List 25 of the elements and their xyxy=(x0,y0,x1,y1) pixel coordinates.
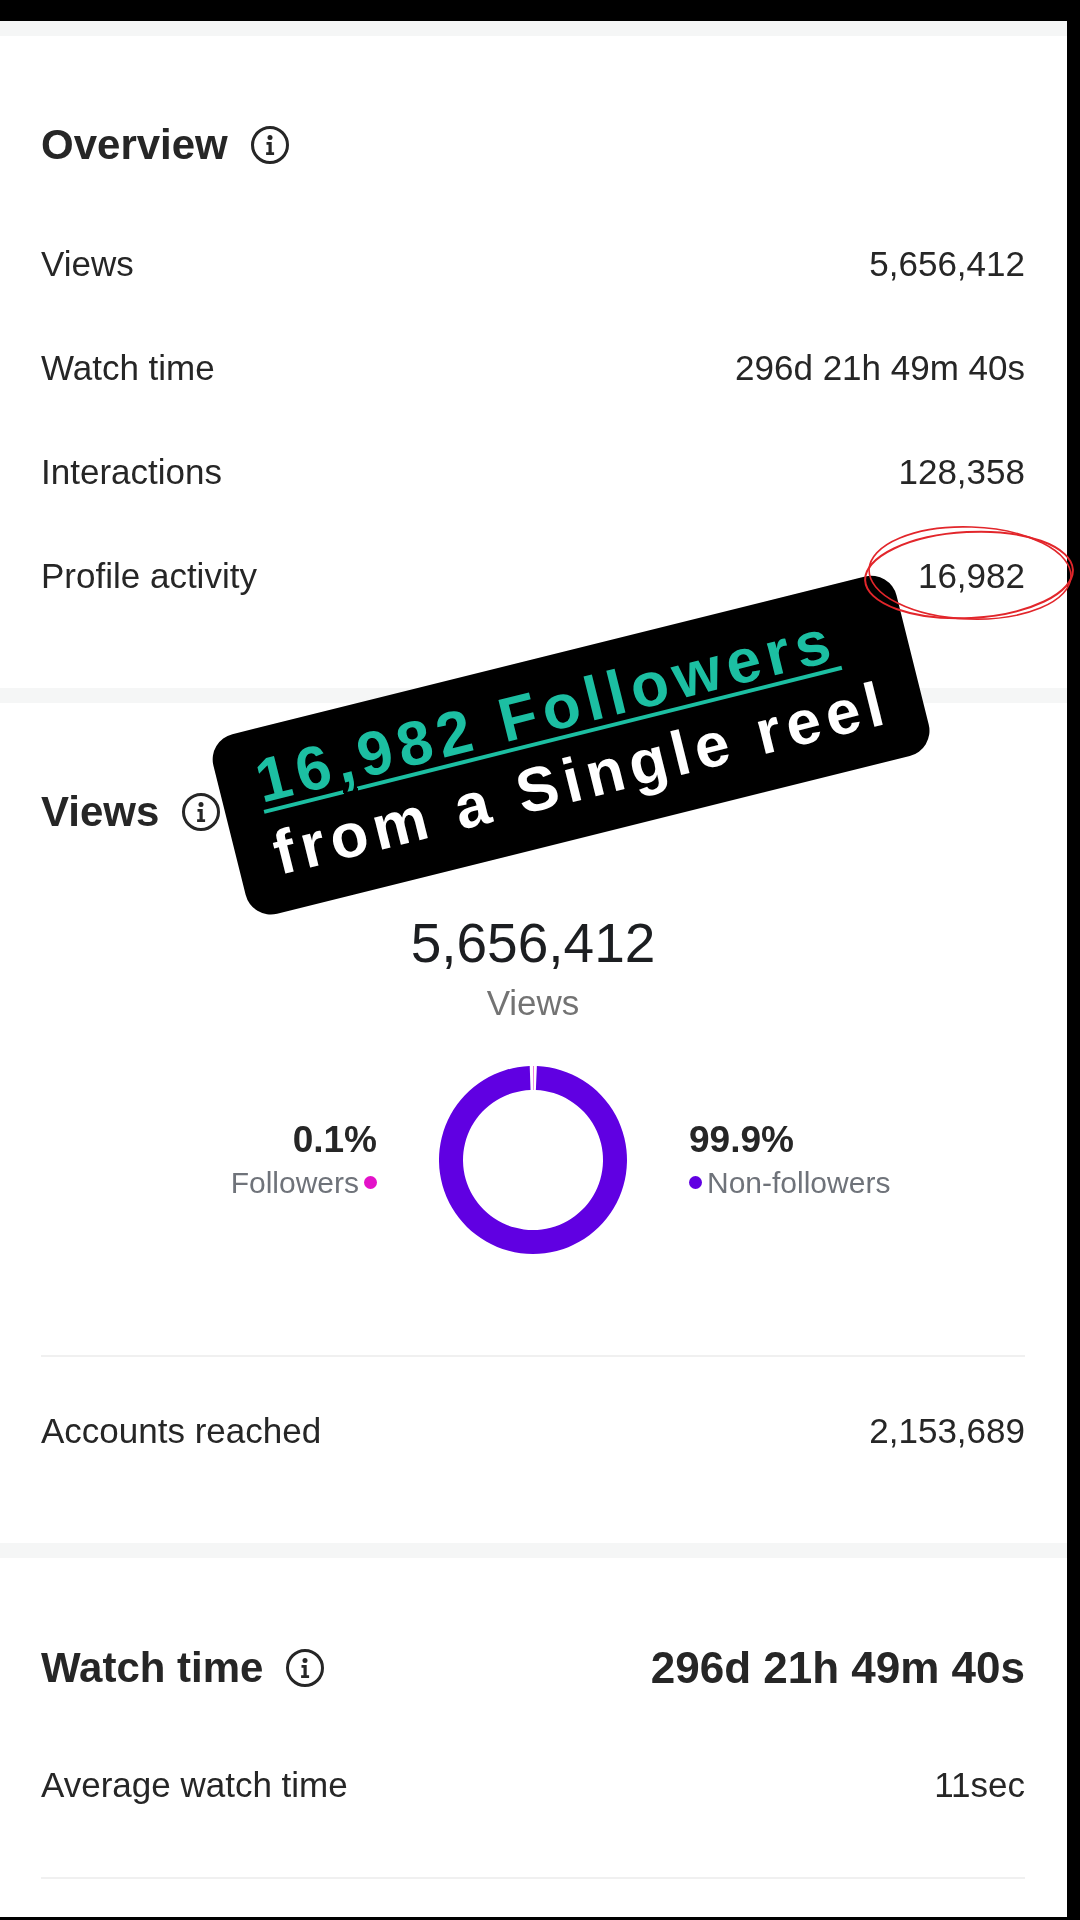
metric-label: Average watch time xyxy=(41,1764,348,1806)
metric-value: 128,358 xyxy=(898,451,1025,493)
percent-value: 0.1% xyxy=(291,1118,377,1163)
section-title: Overview xyxy=(41,121,228,169)
total-views: 5,656,412 xyxy=(409,911,657,975)
metric-value: 11sec xyxy=(934,1764,1025,1806)
metric-label: Watch time xyxy=(41,347,215,389)
info-icon[interactable] xyxy=(181,792,222,832)
percent-value: 99.9% xyxy=(689,1118,795,1163)
metric-label: Accounts reached xyxy=(41,1410,322,1452)
watch-time-total: 296d 21h 49m 40s xyxy=(650,1643,1025,1693)
metric-value: 296d 21h 49m 40s xyxy=(735,347,1025,389)
section-title: Watch time xyxy=(41,1644,264,1692)
info-icon[interactable] xyxy=(249,125,290,165)
section-title: Views xyxy=(41,788,160,836)
legend-label: Non-followers xyxy=(707,1164,891,1201)
legend-label: Followers xyxy=(230,1164,359,1201)
metric-value: 2,153,689 xyxy=(869,1410,1025,1452)
metric-label: Profile activity xyxy=(41,555,257,597)
info-icon[interactable] xyxy=(285,1648,326,1688)
metric-label: Views xyxy=(41,243,134,285)
total-views-label: Views xyxy=(485,982,581,1024)
metric-value: 5,656,412 xyxy=(869,243,1025,285)
metric-value: 16,982 xyxy=(917,555,1025,597)
metric-label: Interactions xyxy=(41,451,222,493)
